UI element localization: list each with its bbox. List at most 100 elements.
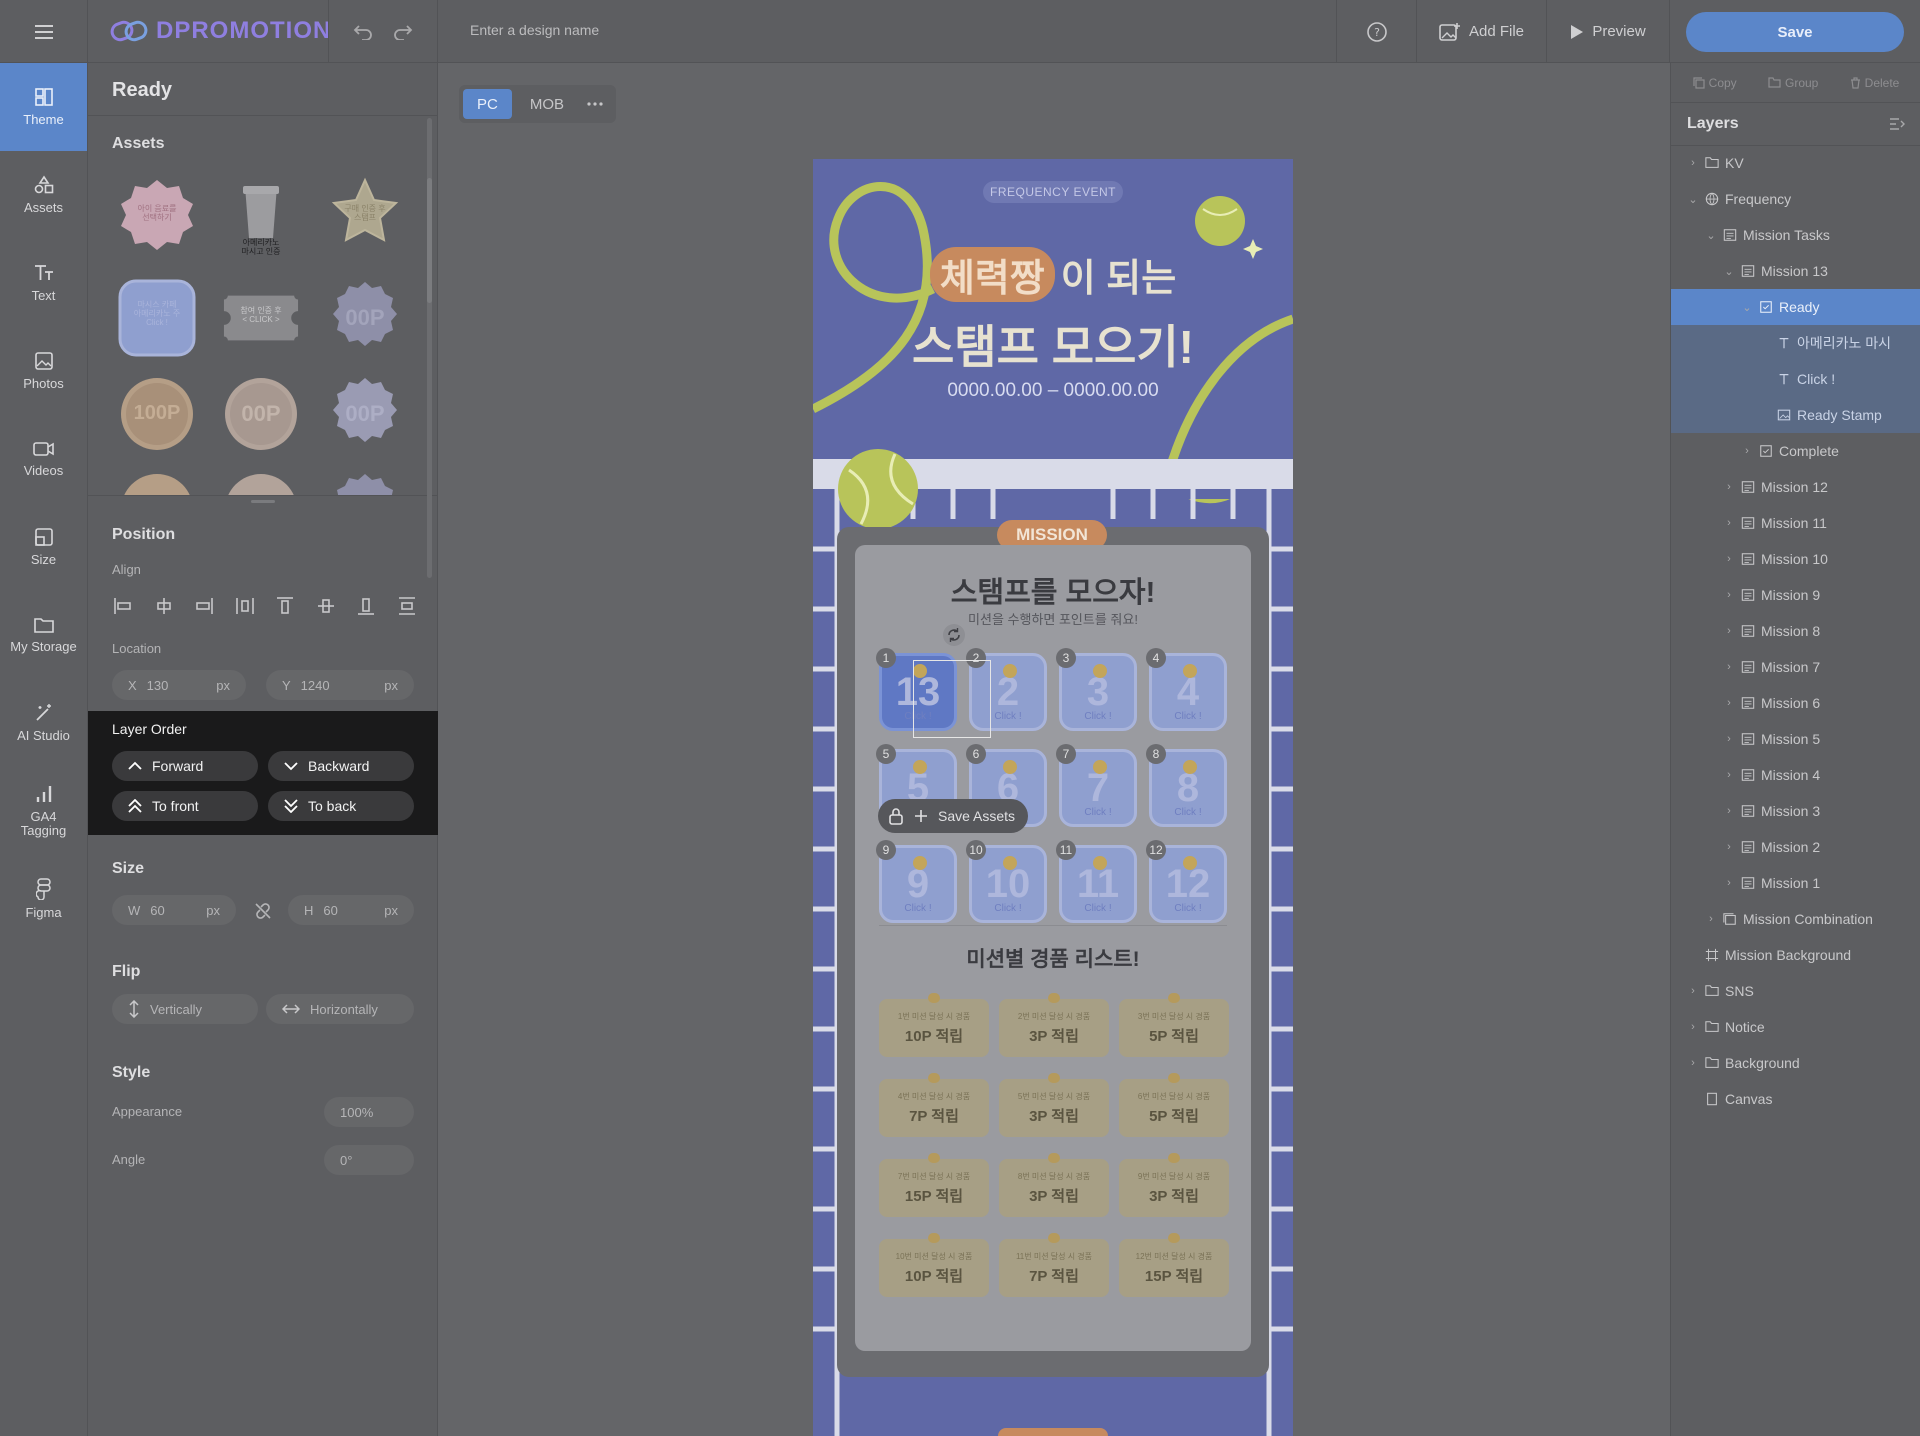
layer-row[interactable]: ⌄ Ready <box>1671 289 1920 325</box>
flip-horizontal-button[interactable]: Horizontally <box>266 994 414 1024</box>
opacity-field[interactable]: 100% <box>324 1097 414 1127</box>
layer-row[interactable]: › Mission 6 <box>1671 685 1920 721</box>
save-assets-button[interactable]: Save Assets <box>878 799 1028 833</box>
layer-row[interactable]: › Mission 8 <box>1671 613 1920 649</box>
chevron-icon[interactable]: › <box>1723 841 1735 853</box>
rail-item-theme[interactable]: Theme <box>0 63 87 151</box>
layer-row[interactable]: Canvas <box>1671 1081 1920 1117</box>
stamp-slot[interactable]: 12 12 Click ! <box>1146 840 1227 923</box>
chevron-icon[interactable]: › <box>1741 445 1753 457</box>
stamp-slot[interactable]: 9 9 Click ! <box>876 840 957 923</box>
more-options-button[interactable] <box>582 89 608 119</box>
asset-tile[interactable]: 100P <box>118 375 196 453</box>
layer-row[interactable]: › Notice <box>1671 1009 1920 1045</box>
scrollbar-thumb[interactable] <box>427 178 432 303</box>
delete-button[interactable]: Delete <box>1850 76 1899 90</box>
stamp-slot[interactable]: 7 7 Click ! <box>1056 744 1137 827</box>
chevron-icon[interactable]: ⌄ <box>1687 193 1699 206</box>
stamp-slot[interactable]: 8 8 Click ! <box>1146 744 1227 827</box>
layer-row[interactable]: Click ! <box>1671 361 1920 397</box>
preview-button[interactable]: Preview <box>1546 0 1670 63</box>
panel-scrollbar[interactable] <box>427 118 432 578</box>
menu-button[interactable] <box>0 0 88 63</box>
chevron-icon[interactable]: › <box>1723 877 1735 889</box>
add-file-button[interactable]: Add File <box>1416 0 1546 63</box>
redo-icon[interactable] <box>393 24 413 40</box>
tab-pc[interactable]: PC <box>463 89 512 119</box>
rail-item-ga4-tagging[interactable]: GA4 Tagging <box>0 767 87 855</box>
align-middle-v-icon[interactable] <box>313 593 339 619</box>
asset-tile[interactable]: 00P <box>222 375 300 453</box>
layer-row[interactable]: › Mission 5 <box>1671 721 1920 757</box>
height-field[interactable]: H 60 px <box>288 895 414 925</box>
layer-row[interactable]: › Complete <box>1671 433 1920 469</box>
tab-mob[interactable]: MOB <box>516 89 578 119</box>
layer-row[interactable]: Mission Background <box>1671 937 1920 973</box>
layer-row[interactable]: › Mission 11 <box>1671 505 1920 541</box>
stamp-slot[interactable]: 10 10 Click ! <box>966 840 1047 923</box>
asset-tile[interactable]: 구매 인증 후 스탬프 <box>326 175 404 253</box>
chevron-icon[interactable]: ⌄ <box>1705 229 1717 242</box>
chevron-icon[interactable]: › <box>1687 1021 1699 1033</box>
group-button[interactable]: Group <box>1768 76 1818 90</box>
distribute-v-icon[interactable] <box>394 593 420 619</box>
align-right-icon[interactable] <box>191 593 217 619</box>
chevron-icon[interactable]: › <box>1723 553 1735 565</box>
chevron-icon[interactable]: ⌄ <box>1741 301 1753 314</box>
chevron-icon[interactable]: › <box>1723 805 1735 817</box>
rail-item-my-storage[interactable]: My Storage <box>0 591 87 679</box>
chevron-icon[interactable]: › <box>1687 1057 1699 1069</box>
chevron-icon[interactable]: ⌄ <box>1723 265 1735 278</box>
layer-row[interactable]: ⌄ Mission Tasks <box>1671 217 1920 253</box>
asset-tile[interactable]: 00P <box>326 279 404 357</box>
layer-row[interactable]: › Mission 10 <box>1671 541 1920 577</box>
layer-row[interactable]: › Mission Combination <box>1671 901 1920 937</box>
angle-field[interactable]: 0° <box>324 1145 414 1175</box>
save-button[interactable]: Save <box>1686 12 1904 52</box>
to-back-button[interactable]: To back <box>268 791 414 821</box>
y-field[interactable]: Y 1240 px <box>266 670 414 700</box>
copy-button[interactable]: Copy <box>1693 76 1737 90</box>
rail-item-videos[interactable]: Videos <box>0 415 87 503</box>
brand-logo[interactable]: DPROMOTION <box>110 17 331 45</box>
design-name-input[interactable]: Enter a design name <box>470 22 599 38</box>
layer-row[interactable]: › SNS <box>1671 973 1920 1009</box>
rail-item-assets[interactable]: Assets <box>0 151 87 239</box>
layer-row[interactable]: › Background <box>1671 1045 1920 1081</box>
chevron-icon[interactable]: › <box>1723 517 1735 529</box>
chevron-icon[interactable]: › <box>1723 769 1735 781</box>
align-top-icon[interactable] <box>272 593 298 619</box>
layer-row[interactable]: ⌄ Mission 13 <box>1671 253 1920 289</box>
width-field[interactable]: W 60 px <box>112 895 236 925</box>
layer-row[interactable]: › Mission 1 <box>1671 865 1920 901</box>
chevron-icon[interactable]: › <box>1723 697 1735 709</box>
asset-tile[interactable]: 참여 인증 후 < CLICK > <box>222 279 300 357</box>
chevron-icon[interactable]: › <box>1705 913 1717 925</box>
chevron-icon[interactable]: › <box>1723 481 1735 493</box>
chevron-icon[interactable]: › <box>1723 733 1735 745</box>
align-center-h-icon[interactable] <box>151 593 177 619</box>
chevron-icon[interactable]: › <box>1687 985 1699 997</box>
layer-row[interactable]: › Mission 4 <box>1671 757 1920 793</box>
layer-row[interactable]: › Mission 2 <box>1671 829 1920 865</box>
chevron-icon[interactable]: › <box>1723 625 1735 637</box>
resize-handle[interactable] <box>251 500 275 503</box>
chevron-icon[interactable]: › <box>1723 589 1735 601</box>
stamp-slot[interactable]: 3 3 Click ! <box>1056 648 1137 731</box>
rail-item-text[interactable]: Text <box>0 239 87 327</box>
asset-tile[interactable]: 00P <box>326 375 404 453</box>
asset-tile[interactable]: 아이 음료를 선택하기 <box>118 175 196 253</box>
layer-row[interactable]: › Mission 3 <box>1671 793 1920 829</box>
layer-row[interactable]: Ready Stamp <box>1671 397 1920 433</box>
layer-row[interactable]: › Mission 9 <box>1671 577 1920 613</box>
stamp-slot[interactable]: 11 11 Click ! <box>1056 840 1137 923</box>
rail-item-photos[interactable]: Photos <box>0 327 87 415</box>
forward-button[interactable]: Forward <box>112 751 258 781</box>
stamp-slot[interactable]: 4 4 Click ! <box>1146 648 1227 731</box>
unlink-ratio-icon[interactable] <box>253 901 273 926</box>
asset-tile[interactable] <box>222 471 300 495</box>
layer-row[interactable]: ⌄ Frequency <box>1671 181 1920 217</box>
asset-tile[interactable]: 아메리카노 마시고 인증 <box>222 175 300 256</box>
asset-tile[interactable] <box>326 471 404 495</box>
layer-row[interactable]: 아메리카노 마시 <box>1671 325 1920 361</box>
